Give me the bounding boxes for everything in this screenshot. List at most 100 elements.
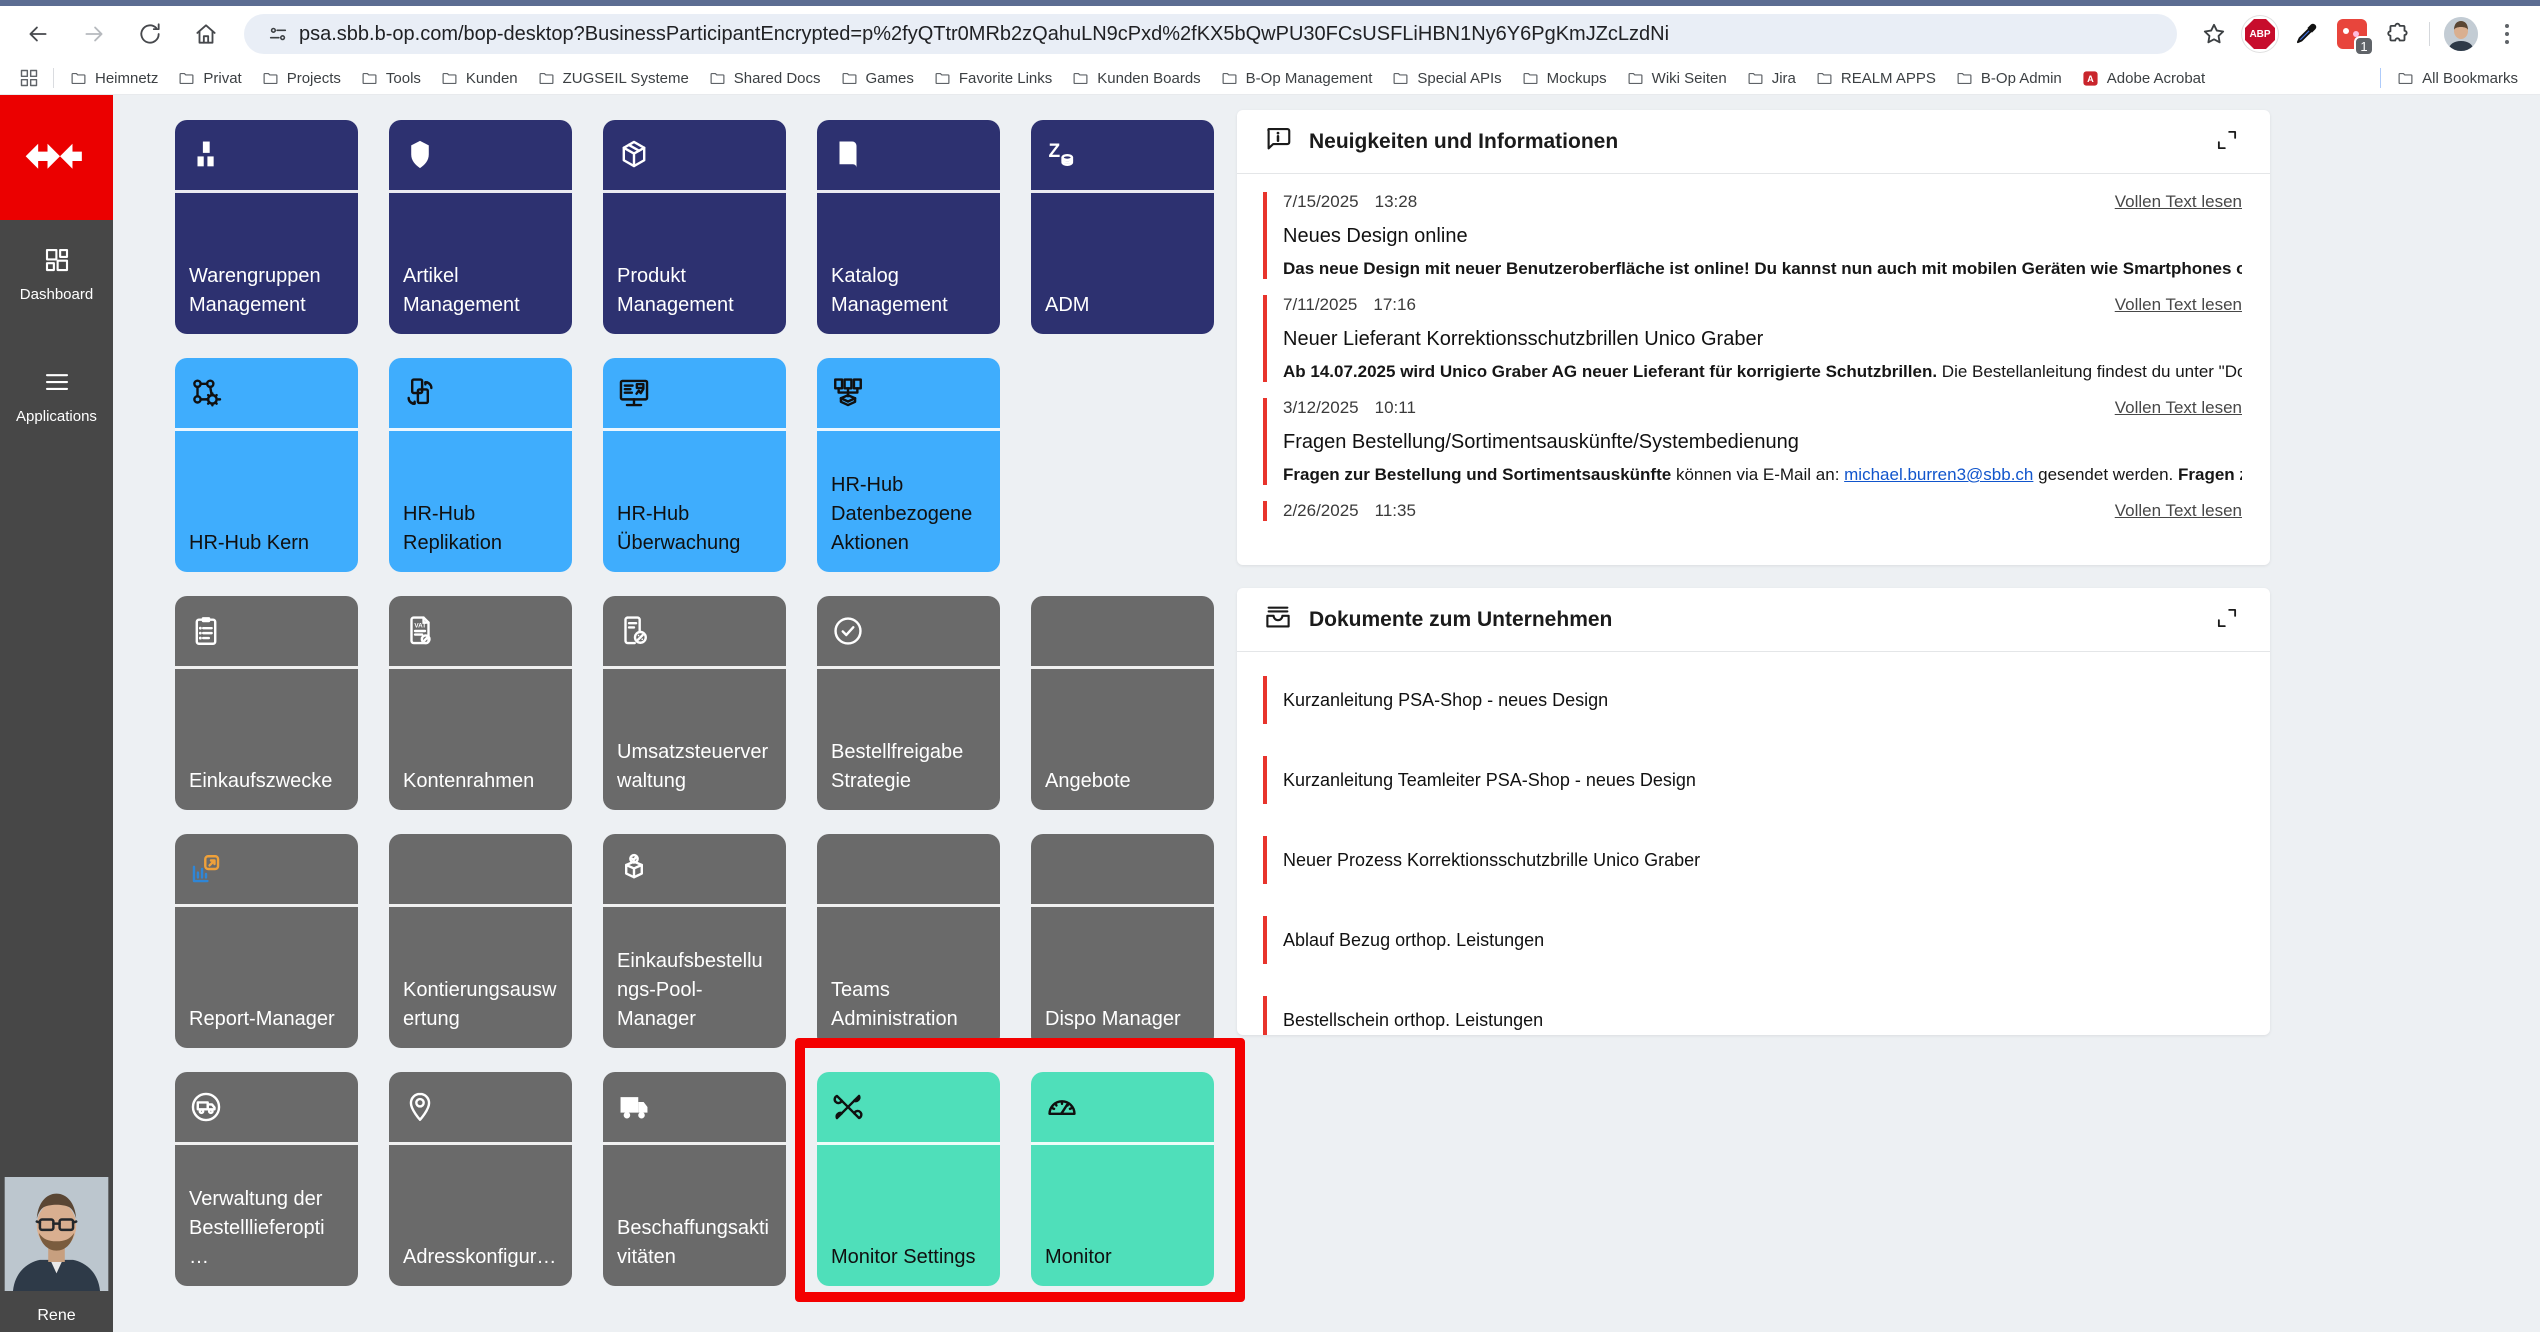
tile-body: Report-Manager <box>175 907 358 1048</box>
news-preview: Das neue Design mit neuer Benutzeroberfl… <box>1283 259 2242 279</box>
shield-package-icon <box>403 138 437 172</box>
folder-icon <box>1956 70 1973 87</box>
bookmark-item[interactable]: Projects <box>252 65 351 91</box>
tile-monitor[interactable]: Monitor <box>1031 1072 1214 1286</box>
adblock-extension-icon[interactable]: ABP <box>2240 14 2280 54</box>
bookmark-item[interactable]: Tools <box>351 65 431 91</box>
tile-dispo-manager[interactable]: Dispo Manager <box>1031 834 1214 1048</box>
tile-header <box>389 1072 572 1145</box>
bookmark-item[interactable]: Privat <box>168 65 251 91</box>
tile-adm[interactable]: Z ADM <box>1031 120 1214 334</box>
extension-badge: 1 <box>2354 36 2374 56</box>
tile-label: HR-Hub Replikation <box>403 500 558 558</box>
tile-bestellfreigabe-strategie[interactable]: Bestellfreigabe Strategie <box>817 596 1000 810</box>
tile-kontierungsauswertung[interactable]: Kontierungsauswertung <box>389 834 572 1048</box>
tile-header <box>175 120 358 193</box>
folder-icon <box>709 70 726 87</box>
tile-teams-administration[interactable]: Teams Administration <box>817 834 1000 1048</box>
tile-artikel-management[interactable]: Artikel Management <box>389 120 572 334</box>
bookmark-item[interactable]: Favorite Links <box>924 65 1062 91</box>
news-preview: Fragen zur Bestellung und Sortimentsausk… <box>1283 465 2242 485</box>
tile-kontenrahmen[interactable]: VAT Kontenrahmen <box>389 596 572 810</box>
tile-header <box>389 358 572 431</box>
news-time: 11:35 <box>1375 501 1416 521</box>
document-link[interactable]: Kurzanleitung PSA-Shop - neues Design <box>1263 676 2242 724</box>
document-link[interactable]: Ablauf Bezug orthop. Leistungen <box>1263 916 2242 964</box>
tile-hr-hub-datenbezogene-aktionen[interactable]: HR-Hub Datenbezogene Aktionen <box>817 358 1000 572</box>
sbb-logo[interactable] <box>0 95 113 220</box>
news-title: Neuer Lieferant Korrektionsschutzbrillen… <box>1283 328 2242 351</box>
read-full-text-link[interactable]: Vollen Text lesen <box>2115 501 2242 521</box>
bookmark-item[interactable]: Jira <box>1737 65 1806 91</box>
tile-hr-hub-replikation[interactable]: HR-Hub Replikation <box>389 358 572 572</box>
bookmark-item[interactable]: B-Op Management <box>1211 65 1383 91</box>
read-full-text-link[interactable]: Vollen Text lesen <box>2115 398 2242 418</box>
tile-hr-hub-kern[interactable]: HR-Hub Kern <box>175 358 358 572</box>
home-button[interactable] <box>184 12 228 56</box>
extensions-puzzle-icon[interactable] <box>2378 14 2418 54</box>
read-full-text-link[interactable]: Vollen Text lesen <box>2115 295 2242 315</box>
location-pin-icon <box>403 1090 437 1124</box>
tile-header <box>817 834 1000 907</box>
tile-label: HR-Hub Überwachung <box>617 500 772 558</box>
user-photo[interactable] <box>4 1177 109 1291</box>
tile-produkt-management[interactable]: Produkt Management <box>603 120 786 334</box>
tile-warengruppen-management[interactable]: Warengruppen Management <box>175 120 358 334</box>
tile-angebote[interactable]: Angebote <box>1031 596 1214 810</box>
tile-header <box>389 120 572 193</box>
bookmark-item[interactable]: Heimnetz <box>60 65 168 91</box>
tile-monitor-settings[interactable]: Monitor Settings <box>817 1072 1000 1286</box>
tile-label: Produkt Management <box>617 262 772 320</box>
reload-button[interactable] <box>128 12 172 56</box>
tile-header <box>175 596 358 669</box>
browser-menu-kebab[interactable] <box>2487 14 2527 54</box>
bookmark-star-icon[interactable] <box>2194 14 2234 54</box>
folder-icon <box>70 70 87 87</box>
tile-label: Umsatzsteuerverwaltung <box>617 738 772 796</box>
tile-adresskonfigur[interactable]: Adresskonfigur… <box>389 1072 572 1286</box>
bookmark-item[interactable]: Kunden <box>431 65 528 91</box>
tile-einkaufszwecke[interactable]: Einkaufszwecke <box>175 596 358 810</box>
bookmark-item[interactable]: ZUGSEIL Systeme <box>528 65 699 91</box>
profile-avatar[interactable] <box>2441 14 2481 54</box>
document-link[interactable]: Bestellschein orthop. Leistungen <box>1263 996 2242 1035</box>
bookmark-item[interactable]: Mockups <box>1512 65 1617 91</box>
todo-extension-icon[interactable]: 1 <box>2332 14 2372 54</box>
bookmark-item[interactable]: Wiki Seiten <box>1617 65 1737 91</box>
document-link[interactable]: Kurzanleitung Teamleiter PSA-Shop - neue… <box>1263 756 2242 804</box>
tile-label: HR-Hub Datenbezogene Aktionen <box>831 471 986 558</box>
sidebar-item-dashboard[interactable]: Dashboard <box>0 245 113 303</box>
tile-body: Kontenrahmen <box>389 669 572 810</box>
tile-verwaltung-der-bestelllieferopti[interactable]: Verwaltung der Bestelllieferopti… <box>175 1072 358 1286</box>
tile-report-manager[interactable]: Report-Manager <box>175 834 358 1048</box>
site-info-icon[interactable] <box>263 14 293 54</box>
email-link[interactable]: michael.burren3@sbb.ch <box>1844 465 2033 484</box>
bookmark-item[interactable]: Kunden Boards <box>1062 65 1210 91</box>
read-full-text-link[interactable]: Vollen Text lesen <box>2115 192 2242 212</box>
tile-hr-hub-überwachung[interactable]: HR-Hub Überwachung <box>603 358 786 572</box>
sidebar-item-applications[interactable]: Applications <box>0 367 113 425</box>
document-link[interactable]: Neuer Prozess Korrektionsschutzbrille Un… <box>1263 836 2242 884</box>
url-bar[interactable]: psa.sbb.b-op.com/bop-desktop?BusinessPar… <box>244 14 2177 54</box>
tile-beschaffungsaktivitäten[interactable]: Beschaffungsaktivitäten <box>603 1072 786 1286</box>
tile-umsatzsteuerverwaltung[interactable]: Umsatzsteuerverwaltung <box>603 596 786 810</box>
eyedropper-extension-icon[interactable] <box>2286 14 2326 54</box>
bookmark-item[interactable]: Games <box>831 65 924 91</box>
bookmark-item[interactable]: AAdobe Acrobat <box>2072 65 2215 91</box>
folder-icon <box>1816 70 1833 87</box>
tile-label: Kontierungsauswertung <box>403 976 558 1034</box>
expand-icon[interactable] <box>2210 125 2244 159</box>
back-button[interactable] <box>16 12 60 56</box>
news-date: 3/12/2025 <box>1283 398 1359 418</box>
empty-grid-cell <box>1031 358 1214 572</box>
expand-icon[interactable] <box>2210 603 2244 637</box>
bookmark-item[interactable]: REALM APPS <box>1806 65 1946 91</box>
bookmark-item[interactable]: Shared Docs <box>699 65 831 91</box>
apps-grid-icon[interactable] <box>15 64 43 92</box>
tile-katalog-management[interactable]: Katalog Management <box>817 120 1000 334</box>
forward-button[interactable] <box>72 12 116 56</box>
all-bookmarks[interactable]: All Bookmarks <box>2374 65 2528 91</box>
bookmark-item[interactable]: Special APIs <box>1382 65 1511 91</box>
bookmark-item[interactable]: B-Op Admin <box>1946 65 2072 91</box>
tile-einkaufsbestellungs-pool-manager[interactable]: Einkaufsbestellungs-Pool-Manager <box>603 834 786 1048</box>
